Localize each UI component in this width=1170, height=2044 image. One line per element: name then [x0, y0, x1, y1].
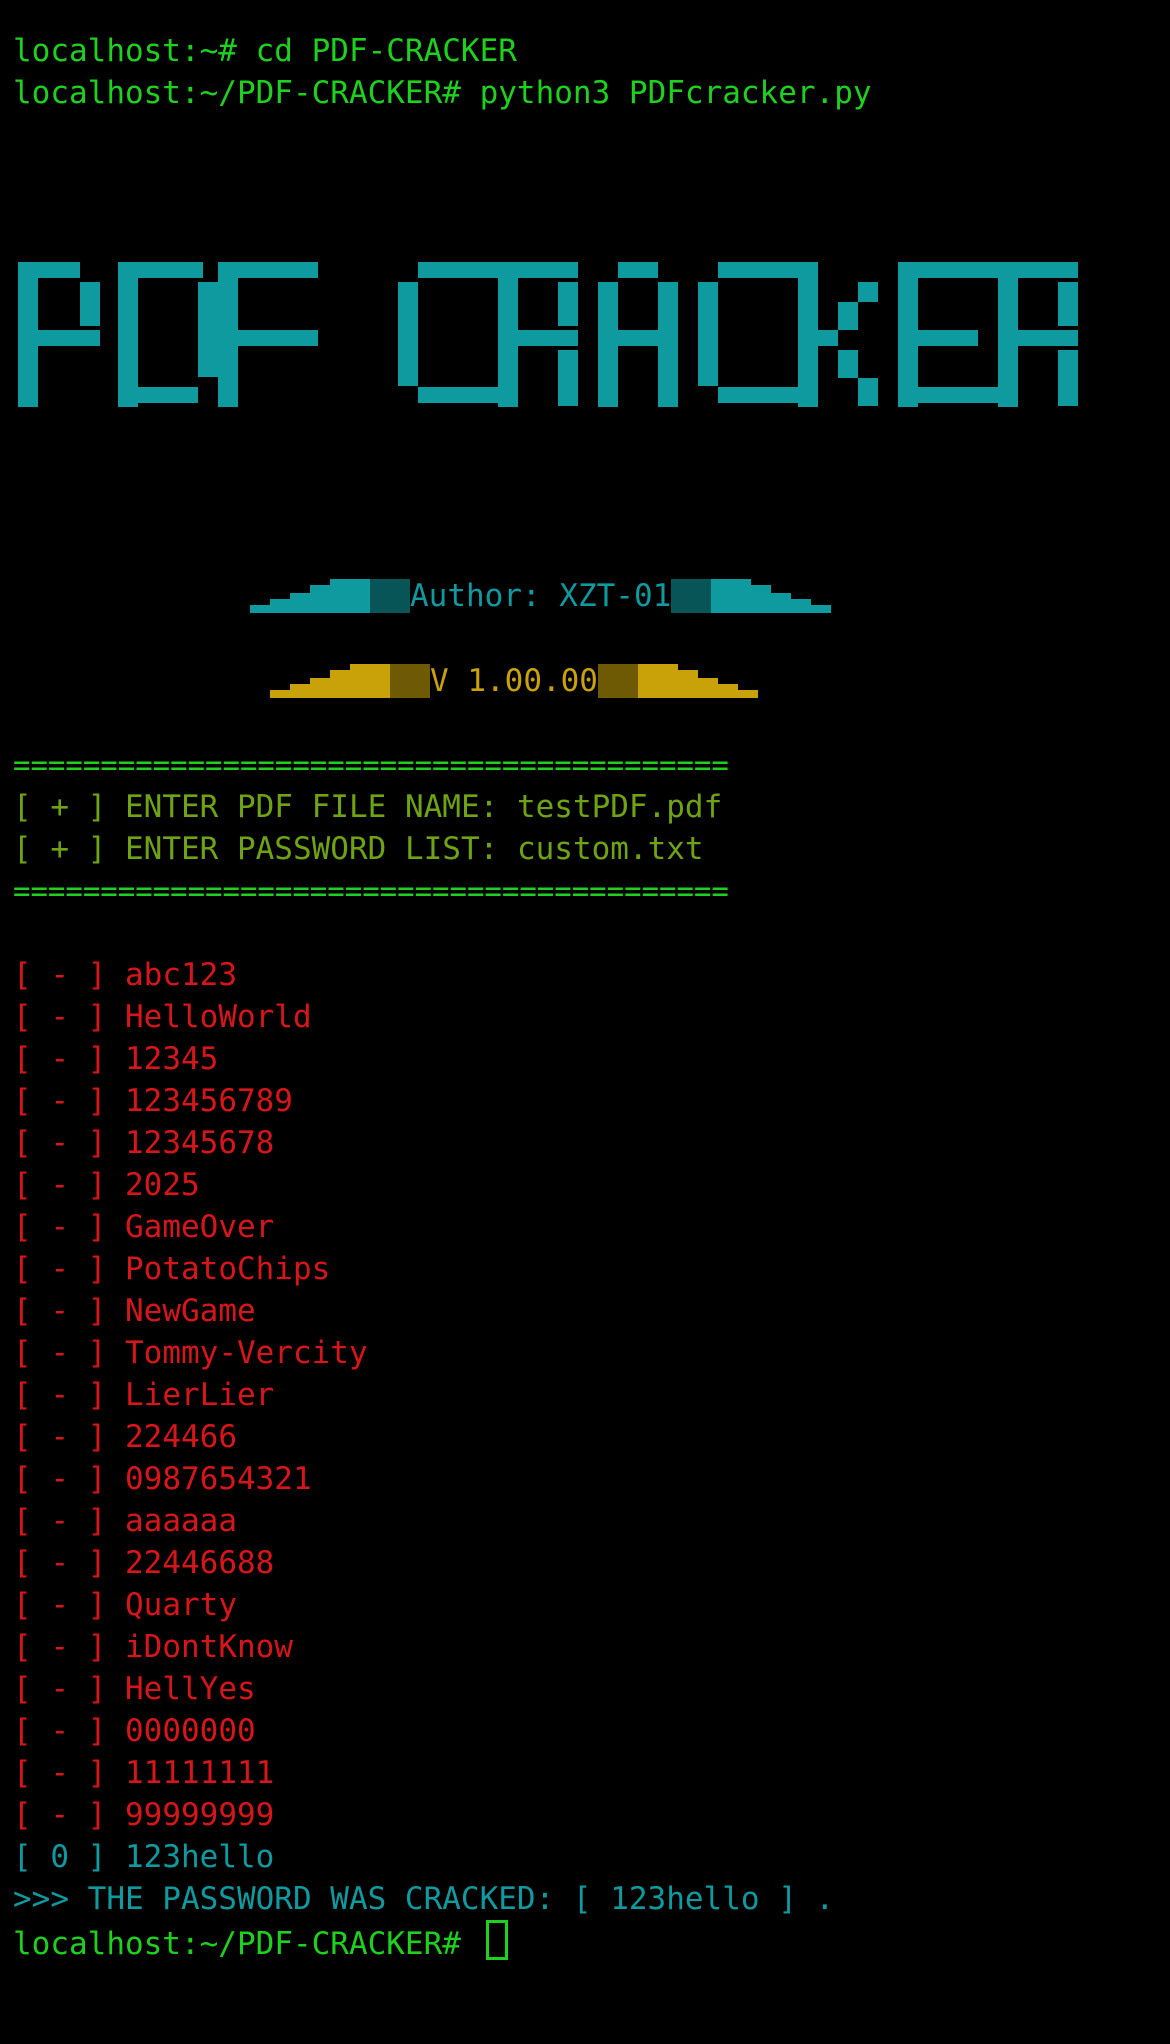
- fail-tag: [ - ]: [13, 1293, 107, 1329]
- fail-tag: [ - ]: [13, 1167, 107, 1203]
- attempt-row: [ - ] 12345: [13, 1038, 218, 1080]
- attempt-row: [ - ] 123456789: [13, 1080, 293, 1122]
- success-attempt: [ 0 ] 123hello: [13, 1836, 274, 1878]
- fail-tag: [ - ]: [13, 1335, 107, 1371]
- right-ramp-decoration: [671, 579, 832, 613]
- attempt-row: [ - ] NewGame: [13, 1290, 256, 1332]
- fail-tag: [ - ]: [13, 1755, 107, 1791]
- attempt-row: [ - ] 2025: [13, 1164, 200, 1206]
- input-value: testPDF.pdf: [516, 789, 723, 825]
- banner-graphic: [18, 262, 1078, 407]
- attempt-password: abc123: [125, 957, 237, 993]
- fail-tag: [ - ]: [13, 1587, 107, 1623]
- input-label: ENTER PASSWORD LIST:: [125, 831, 499, 867]
- attempt-password: 12345: [125, 1041, 219, 1077]
- shell-prompt: localhost:~#: [13, 33, 237, 69]
- attempt-row: [ - ] 99999999: [13, 1794, 274, 1836]
- attempt-password: 99999999: [125, 1797, 275, 1833]
- attempt-row: [ - ] iDontKnow: [13, 1626, 293, 1668]
- attempt-password: 12345678: [125, 1125, 275, 1161]
- fail-tag: [ - ]: [13, 957, 107, 993]
- attempt-password: GameOver: [125, 1209, 275, 1245]
- attempt-row: [ - ] Quarty: [13, 1584, 237, 1626]
- attempt-row: [ - ] PotatoChips: [13, 1248, 330, 1290]
- attempt-password: aaaaaa: [125, 1503, 237, 1539]
- fail-tag: [ - ]: [13, 1041, 107, 1077]
- attempt-password: 0000000: [125, 1713, 256, 1749]
- banner-logo: [18, 262, 1078, 412]
- attempt-row: [ - ] LierLier: [13, 1374, 274, 1416]
- input-tag: [ + ]: [13, 831, 107, 867]
- command-text: python3 PDFcracker.py: [460, 75, 872, 111]
- attempt-row: [ - ] abc123: [13, 954, 237, 996]
- fail-tag: [ - ]: [13, 1083, 107, 1119]
- fail-tag: [ - ]: [13, 1377, 107, 1413]
- fail-tag: [ - ]: [13, 1545, 107, 1581]
- fail-tag: [ - ]: [13, 1251, 107, 1287]
- attempt-password: 224466: [125, 1419, 237, 1455]
- attempt-password: NewGame: [125, 1293, 256, 1329]
- success-tag: [ 0 ]: [13, 1839, 107, 1875]
- input-tag: [ + ]: [13, 789, 107, 825]
- fail-tag: [ - ]: [13, 1797, 107, 1833]
- success-password: 123hello: [125, 1839, 275, 1875]
- command-text: cd PDF-CRACKER: [236, 33, 517, 69]
- attempt-password: 2025: [125, 1167, 200, 1203]
- attempt-row: [ - ] Tommy-Vercity: [13, 1332, 368, 1374]
- separator-top: ========================================…: [13, 748, 729, 782]
- attempt-password: 22446688: [125, 1545, 275, 1581]
- attempt-row: [ - ] HellYes: [13, 1668, 256, 1710]
- right-ramp-decoration: [597, 664, 758, 698]
- attempt-password: HelloWorld: [125, 999, 312, 1035]
- shell-prompt: localhost:~/PDF-CRACKER#: [13, 1926, 461, 1962]
- attempt-password: iDontKnow: [125, 1629, 293, 1665]
- attempt-password: 123456789: [125, 1083, 293, 1119]
- result-line: >>> THE PASSWORD WAS CRACKED: [ 123hello…: [13, 1881, 835, 1917]
- input-password-list: [ + ] ENTER PASSWORD LIST: custom.txt: [13, 828, 704, 870]
- command-line-2: localhost:~/PDF-CRACKER# python3 PDFcrac…: [13, 72, 872, 114]
- attempt-row: [ - ] HelloWorld: [13, 996, 312, 1038]
- left-ramp-decoration: [270, 664, 430, 698]
- attempt-password: 0987654321: [125, 1461, 312, 1497]
- fail-tag: [ - ]: [13, 1461, 107, 1497]
- separator-bottom: ========================================…: [13, 874, 729, 908]
- final-prompt-line[interactable]: localhost:~/PDF-CRACKER#: [13, 1920, 508, 1965]
- version-banner: V 1.00.00: [270, 660, 810, 702]
- author-banner: Author: XZT-01: [250, 575, 850, 617]
- left-ramp-decoration: [250, 579, 410, 613]
- attempt-row: [ - ] 22446688: [13, 1542, 274, 1584]
- attempt-row: [ - ] 224466: [13, 1416, 237, 1458]
- attempt-password: Tommy-Vercity: [125, 1335, 368, 1371]
- attempt-password: LierLier: [125, 1377, 275, 1413]
- fail-tag: [ - ]: [13, 1713, 107, 1749]
- fail-tag: [ - ]: [13, 1125, 107, 1161]
- attempt-password: HellYes: [125, 1671, 256, 1707]
- attempt-row: [ - ] 0987654321: [13, 1458, 312, 1500]
- command-line-1: localhost:~# cd PDF-CRACKER: [13, 30, 517, 72]
- fail-tag: [ - ]: [13, 1629, 107, 1665]
- version-text: V 1.00.00: [430, 663, 598, 699]
- fail-tag: [ - ]: [13, 1503, 107, 1539]
- author-text: Author: XZT-01: [410, 578, 672, 614]
- attempt-row: [ - ] aaaaaa: [13, 1500, 237, 1542]
- fail-tag: [ - ]: [13, 999, 107, 1035]
- attempt-password: Quarty: [125, 1587, 237, 1623]
- attempt-row: [ - ] 0000000: [13, 1710, 256, 1752]
- shell-prompt: localhost:~/PDF-CRACKER#: [13, 75, 461, 111]
- attempt-row: [ - ] GameOver: [13, 1206, 274, 1248]
- fail-tag: [ - ]: [13, 1209, 107, 1245]
- terminal-window[interactable]: localhost:~# cd PDF-CRACKER localhost:~/…: [0, 0, 1170, 2044]
- attempt-password: PotatoChips: [125, 1251, 331, 1287]
- fail-tag: [ - ]: [13, 1671, 107, 1707]
- input-value: custom.txt: [516, 831, 704, 867]
- attempt-row: [ - ] 12345678: [13, 1122, 274, 1164]
- text-cursor: [485, 1920, 508, 1960]
- attempt-password: 11111111: [125, 1755, 275, 1791]
- input-label: ENTER PDF FILE NAME:: [125, 789, 499, 825]
- input-pdf-file: [ + ] ENTER PDF FILE NAME: testPDF.pdf: [13, 786, 722, 828]
- attempt-row: [ - ] 11111111: [13, 1752, 274, 1794]
- fail-tag: [ - ]: [13, 1419, 107, 1455]
